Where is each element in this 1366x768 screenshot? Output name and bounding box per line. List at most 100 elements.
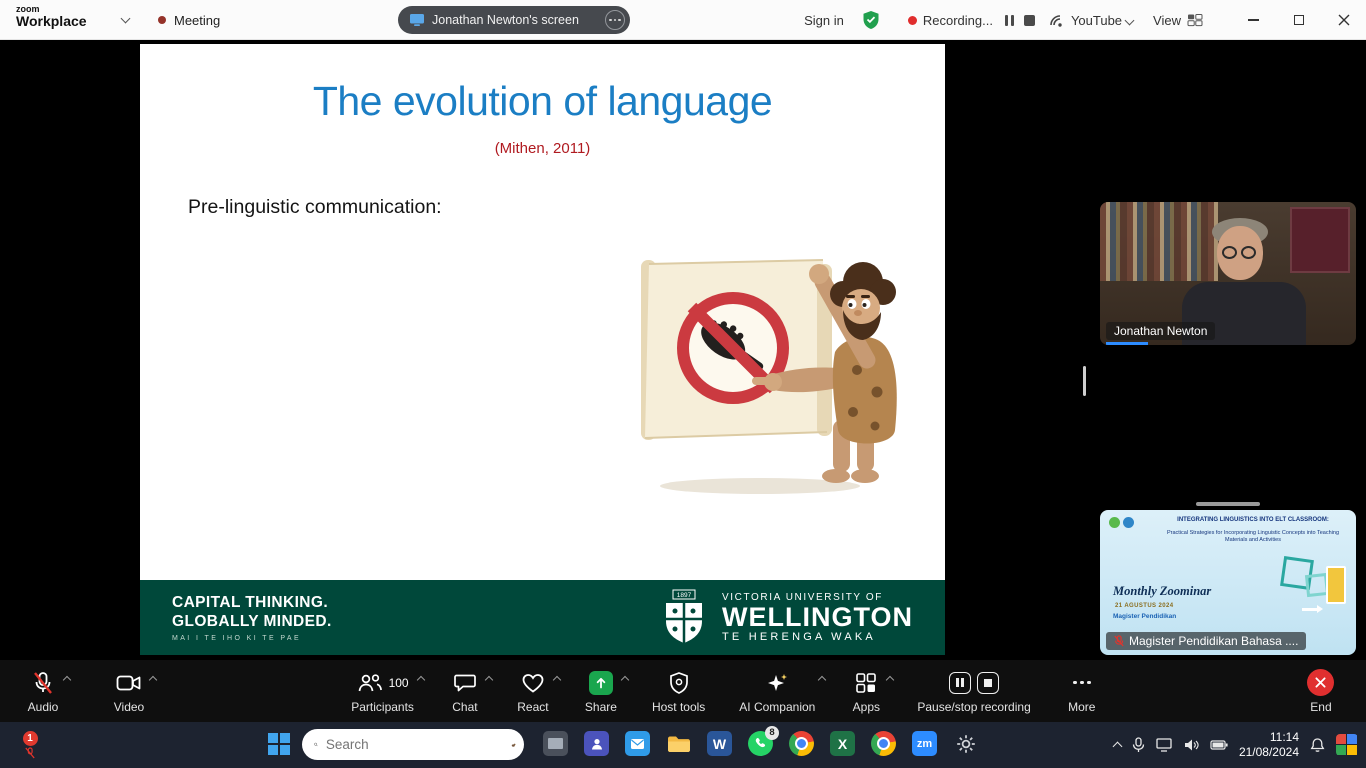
workspace-chevron-down-icon[interactable] <box>121 14 131 24</box>
youtube-chevron-down-icon[interactable] <box>1125 15 1135 25</box>
app-icon-window[interactable] <box>542 730 569 757</box>
caveman-illustration <box>605 220 915 500</box>
chat-button[interactable]: Chat <box>436 662 494 720</box>
video-panel-scrollbar[interactable] <box>1083 366 1086 396</box>
capital-thinking-block: CAPITAL THINKING. GLOBALLY MINDED. MAI I… <box>172 593 332 643</box>
search-input[interactable] <box>326 737 503 752</box>
footer-line-1: CAPITAL THINKING. <box>172 593 332 612</box>
chat-chevron-icon[interactable] <box>485 676 493 684</box>
participants-chevron-icon[interactable] <box>417 676 425 684</box>
search-box[interactable] <box>302 729 524 760</box>
meeting-status-dot <box>158 16 166 24</box>
app-icon-zoom[interactable]: zm <box>911 730 938 757</box>
toolbar-center-group: 100 Participants Chat <box>339 662 1111 720</box>
poster-door-graphic <box>1326 566 1346 604</box>
video-chevron-icon[interactable] <box>149 676 157 684</box>
ai-companion-button[interactable]: AI Companion <box>727 662 827 720</box>
recording-label: Recording... <box>923 13 993 28</box>
screen-share-icon <box>409 13 425 27</box>
share-button[interactable]: Share <box>572 662 630 720</box>
audio-chevron-icon[interactable] <box>63 676 71 684</box>
poster-title: INTEGRATING LINGUISTICS INTO ELT CLASSRO… <box>1156 516 1350 524</box>
tray-mic-icon[interactable] <box>1132 737 1145 753</box>
minimize-button[interactable] <box>1231 0 1276 40</box>
view-grid-icon[interactable] <box>1187 13 1203 27</box>
start-button[interactable] <box>268 733 292 757</box>
pause-recording-icon[interactable] <box>1005 15 1014 26</box>
tray-speaker-icon[interactable] <box>1183 738 1199 752</box>
apps-button[interactable]: Apps <box>837 662 895 720</box>
maximize-button[interactable] <box>1276 0 1321 40</box>
bookshelf-background <box>1100 202 1218 281</box>
slide-body-text: Pre-linguistic communication: <box>188 196 442 219</box>
react-button[interactable]: React <box>504 662 562 720</box>
poster-organizer: Magister Pendidikan <box>1113 613 1176 620</box>
meeting-stage: The evolution of language (Mithen, 2011)… <box>0 40 1366 660</box>
live-stream-icon <box>1049 13 1065 27</box>
audio-button[interactable]: Audio <box>14 662 72 720</box>
sign-in-button[interactable]: Sign in <box>804 13 844 28</box>
uni-line-maori: TE HERENGA WAKA <box>722 631 913 643</box>
windows-taskbar: 1 <box>0 722 1366 768</box>
participants-button[interactable]: 100 Participants <box>339 662 426 720</box>
taskbar-app-icons: W 8 X zm <box>542 730 979 757</box>
participant-name: Magister Pendidikan Bahasa .... <box>1129 634 1298 648</box>
recording-dot <box>908 16 917 25</box>
taskbar-clock[interactable]: 11:14 21/08/2024 <box>1239 730 1299 760</box>
host-tools-button[interactable]: Host tools <box>640 662 717 720</box>
zoom-toolbar: Audio Video <box>0 660 1366 722</box>
app-icon-chrome[interactable] <box>788 730 815 757</box>
whatsapp-badge: 8 <box>765 726 779 740</box>
tray-notifications-bell-icon[interactable] <box>1310 737 1325 753</box>
glasses-right-lens <box>1241 246 1256 259</box>
close-button[interactable] <box>1321 0 1366 40</box>
video-button[interactable]: Video <box>100 662 158 720</box>
tray-chevron-up-icon[interactable] <box>1112 742 1122 752</box>
poster-logo-blue <box>1123 517 1134 528</box>
security-shield-icon[interactable] <box>862 10 880 30</box>
app-icon-teams[interactable] <box>583 730 610 757</box>
app-icon-folder[interactable] <box>665 730 692 757</box>
search-highlight-bird-icon[interactable] <box>511 736 516 754</box>
tray-battery-icon[interactable] <box>1210 739 1228 751</box>
zoom-titlebar: zoom Workplace Meeting Jonathan Newton's… <box>0 0 1366 40</box>
video-tile-magister-pendidikan[interactable]: INTEGRATING LINGUISTICS INTO ELT CLASSRO… <box>1100 510 1356 655</box>
camera-icon <box>116 673 142 693</box>
app-icon-settings[interactable] <box>952 730 979 757</box>
tray-display-icon[interactable] <box>1156 738 1172 752</box>
recording-controls-button[interactable]: Pause/stop recording <box>905 662 1042 720</box>
taskbar-notification-icon[interactable]: 1 <box>20 728 40 764</box>
app-icon-browser-2[interactable] <box>870 730 897 757</box>
tray-color-app-icon[interactable] <box>1336 734 1358 756</box>
footer-line-3: MAI I TE IHO KI TE PAE <box>172 635 332 642</box>
apps-chevron-icon[interactable] <box>886 676 894 684</box>
react-chevron-icon[interactable] <box>553 676 561 684</box>
app-icon-word[interactable]: W <box>706 730 733 757</box>
ai-sparkle-icon <box>765 671 789 695</box>
tab-meeting[interactable]: Meeting <box>158 0 220 40</box>
uni-line-name: WELLINGTON <box>722 603 913 631</box>
zoom-workplace-logo: zoom Workplace <box>16 5 87 29</box>
video-panel-resize-handle[interactable] <box>1196 502 1260 506</box>
poster-event-name: Monthly Zoominar <box>1113 584 1211 599</box>
share-chevron-icon[interactable] <box>621 676 629 684</box>
view-label: View <box>1153 13 1181 28</box>
more-options-button[interactable] <box>605 10 625 30</box>
participants-count: 100 <box>389 676 409 690</box>
zoom-meeting-window: zoom Workplace Meeting Jonathan Newton's… <box>0 0 1366 768</box>
ai-companion-chevron-icon[interactable] <box>818 676 826 684</box>
more-button[interactable]: More <box>1053 662 1111 720</box>
app-icon-mail[interactable] <box>624 730 651 757</box>
muted-mic-icon <box>32 671 54 695</box>
stop-recording-icon[interactable] <box>977 672 999 694</box>
share-screen-icon <box>589 671 613 695</box>
pause-recording-icon[interactable] <box>949 672 971 694</box>
video-tile-jonathan-newton[interactable]: Jonathan Newton <box>1100 202 1356 345</box>
stop-recording-icon[interactable] <box>1024 15 1035 26</box>
app-icon-whatsapp[interactable]: 8 <box>747 730 774 757</box>
slide-citation: (Mithen, 2011) <box>140 140 945 157</box>
end-button[interactable]: End <box>1292 662 1350 720</box>
shared-screen-pill[interactable]: Jonathan Newton's screen <box>398 6 630 34</box>
app-icon-excel[interactable]: X <box>829 730 856 757</box>
active-speaker-bar <box>1106 342 1148 345</box>
